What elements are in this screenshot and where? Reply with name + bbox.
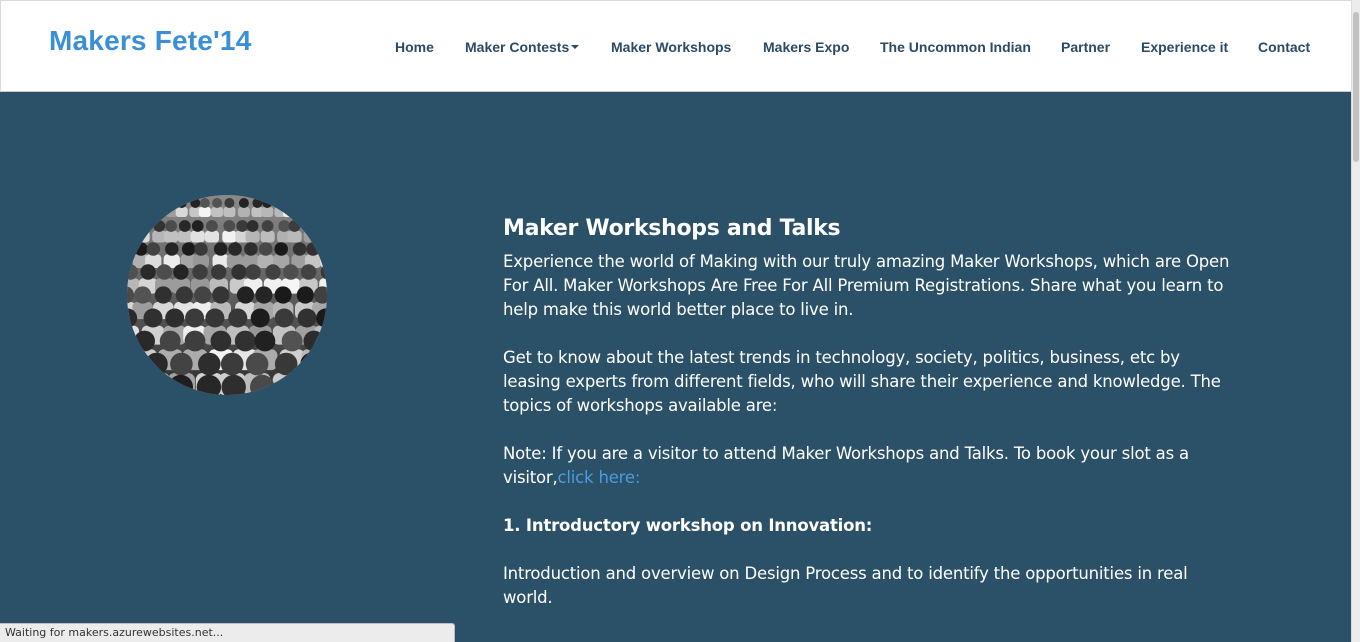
click-here-link[interactable]: click here: — [558, 468, 641, 487]
main-content: Maker Workshops and Talks Experience the… — [503, 214, 1233, 634]
intro-paragraph: Experience the world of Making with our … — [503, 252, 1230, 319]
page-title: Maker Workshops and Talks — [503, 216, 841, 241]
audience-photo-image — [127, 195, 327, 395]
site-header: Makers Fete'14 Home Maker Contests Maker… — [0, 0, 1351, 92]
browser-status-bar: Waiting for makers.azurewebsites.net... — [0, 623, 455, 642]
workshop-item-description: Introduction and overview on Design Proc… — [503, 564, 1188, 607]
nav-maker-workshops[interactable]: Maker Workshops — [611, 39, 731, 55]
nav-maker-contests-label: Maker Contests — [465, 39, 570, 55]
scrollbar-thumb[interactable] — [1353, 12, 1359, 162]
nav-experience-it[interactable]: Experience it — [1141, 39, 1228, 55]
page-scrollbar[interactable] — [1351, 0, 1360, 642]
nav-home[interactable]: Home — [395, 39, 434, 55]
nav-contact[interactable]: Contact — [1258, 39, 1310, 55]
main-nav: Home Maker Contests Maker Workshops Make… — [1, 39, 1352, 59]
nav-makers-expo[interactable]: Makers Expo — [763, 39, 849, 55]
audience-photo — [127, 195, 327, 395]
nav-uncommon-indian[interactable]: The Uncommon Indian — [880, 39, 1031, 55]
workshop-item-heading: 1. Introductory workshop on Innovation: — [503, 516, 873, 535]
nav-partner[interactable]: Partner — [1061, 39, 1110, 55]
visitor-note: Note: If you are a visitor to attend Mak… — [503, 442, 1233, 490]
trends-paragraph: Get to know about the latest trends in t… — [503, 348, 1221, 415]
caret-down-icon — [571, 45, 580, 50]
nav-maker-contests[interactable]: Maker Contests — [465, 39, 580, 55]
